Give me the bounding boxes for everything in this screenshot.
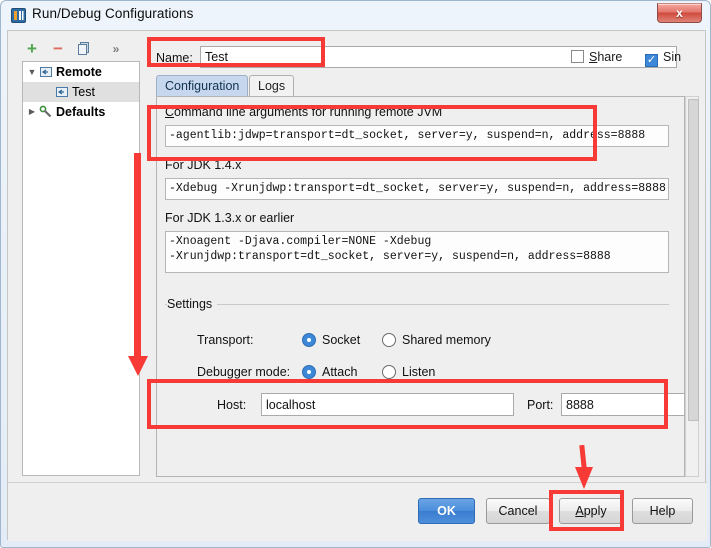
dialog-button-bar: OK Cancel Apply Help <box>8 482 707 541</box>
defaults-wrench-icon <box>39 105 53 119</box>
tree-item-remote[interactable]: ▼ Remote <box>23 62 139 82</box>
radio-dot-icon[interactable] <box>382 365 396 379</box>
ok-button[interactable]: OK <box>418 498 475 524</box>
chevron-down-icon[interactable]: ▼ <box>25 62 39 82</box>
transport-radio-shared-memory[interactable]: Shared memory <box>382 333 491 347</box>
share-checkbox-label: Share <box>589 50 622 64</box>
dialog-window: Run/Debug Configurations x + − » ▼ <box>0 0 711 548</box>
settings-group-label: Settings <box>167 297 217 311</box>
add-configuration-button[interactable]: + <box>22 39 42 59</box>
settings-group-divider <box>165 304 669 305</box>
port-input[interactable] <box>561 393 685 416</box>
radio-dot-icon[interactable] <box>382 333 396 347</box>
jdk13-section-title: For JDK 1.3.x or earlier <box>165 211 294 225</box>
tree-item-test[interactable]: Test <box>23 82 139 102</box>
transport-label: Transport: <box>197 333 254 347</box>
toolbar-overflow-button[interactable]: » <box>106 39 126 59</box>
radio-dot-icon[interactable] <box>302 365 316 379</box>
title-bar: Run/Debug Configurations x <box>1 1 710 30</box>
host-input[interactable] <box>261 393 514 416</box>
share-checkbox[interactable]: Share <box>571 50 622 64</box>
tree-item-label: Defaults <box>56 102 105 122</box>
debugger-mode-radio-listen-label: Listen <box>402 365 435 379</box>
single-instance-checkbox-label: Sin <box>663 50 681 64</box>
copy-configuration-icon[interactable] <box>74 39 94 59</box>
debugger-mode-radio-listen[interactable]: Listen <box>382 365 435 379</box>
apply-button[interactable]: Apply <box>559 498 623 524</box>
content-area: Name: Share ✓ Sin Configuration Logs Comm… <box>148 37 699 481</box>
debugger-mode-radio-attach-label: Attach <box>322 365 357 379</box>
share-checkbox-box[interactable] <box>571 50 584 63</box>
jdk14-section-title: For JDK 1.4.x <box>165 158 241 172</box>
help-button[interactable]: Help <box>632 498 693 524</box>
panel-scrollbar-thumb[interactable] <box>688 99 699 421</box>
jdk13-value-field[interactable]: -Xnoagent -Djava.compiler=NONE -Xdebug -… <box>165 231 669 273</box>
dialog-body: + − » ▼ Remote <box>7 30 706 540</box>
radio-dot-icon[interactable] <box>302 333 316 347</box>
chevron-right-icon[interactable]: ▶ <box>25 102 39 122</box>
cmdline-section-title: Command line arguments for running remot… <box>165 105 442 119</box>
port-label: Port: <box>527 398 553 412</box>
configurations-tree[interactable]: ▼ Remote Test ▶ <box>22 61 140 476</box>
transport-radio-shared-memory-label: Shared memory <box>402 333 491 347</box>
close-icon[interactable]: x <box>657 3 702 23</box>
jdk14-value-field[interactable]: -Xdebug -Xrunjdwp:transport=dt_socket, s… <box>165 178 669 200</box>
transport-radio-socket-label: Socket <box>322 333 360 347</box>
single-instance-checkbox[interactable]: ✓ Sin <box>645 50 681 67</box>
configuration-panel: Command line arguments for running remot… <box>156 96 685 477</box>
config-toolbar: + − » <box>14 37 144 61</box>
jdk13-value-line-1: -Xnoagent -Djava.compiler=NONE -Xdebug <box>169 234 665 249</box>
tree-item-defaults[interactable]: ▶ Defaults <box>23 102 139 122</box>
remote-config-icon <box>39 65 53 79</box>
cmdline-value-field[interactable]: -agentlib:jdwp=transport=dt_socket, serv… <box>165 125 669 147</box>
name-label: Name: <box>156 51 193 65</box>
remove-configuration-button[interactable]: − <box>48 39 68 59</box>
cancel-button[interactable]: Cancel <box>486 498 550 524</box>
tab-configuration[interactable]: Configuration <box>156 75 248 97</box>
jdk13-value-line-2: -Xrunjdwp:transport=dt_socket, server=y,… <box>169 249 665 264</box>
panel-scrollbar[interactable] <box>685 96 699 477</box>
debugger-mode-radio-attach[interactable]: Attach <box>302 365 357 379</box>
remote-config-icon <box>55 85 69 99</box>
window-title: Run/Debug Configurations <box>32 6 194 21</box>
host-label: Host: <box>217 398 246 412</box>
tab-logs[interactable]: Logs <box>249 75 294 97</box>
debugger-mode-label: Debugger mode: <box>197 365 290 379</box>
single-instance-checkbox-box[interactable]: ✓ <box>645 54 658 67</box>
transport-radio-socket[interactable]: Socket <box>302 333 360 347</box>
tree-item-label: Test <box>72 82 95 102</box>
tree-item-label: Remote <box>56 62 102 82</box>
intellij-icon <box>11 8 26 23</box>
